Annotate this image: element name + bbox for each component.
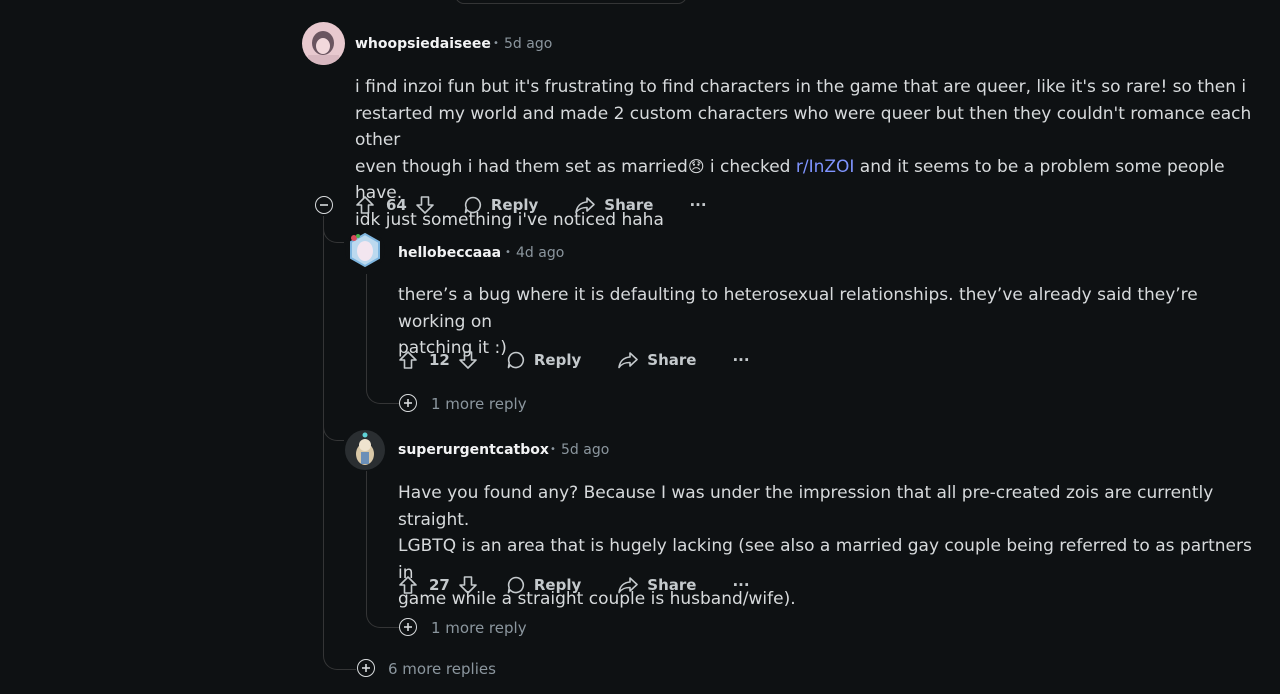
user-avatar-image	[345, 230, 385, 270]
comment-username[interactable]: whoopsiedaiseee	[355, 36, 491, 52]
thread-branch-reply-2	[366, 609, 399, 628]
share-button[interactable]: Share	[617, 350, 696, 370]
avatar[interactable]	[302, 22, 345, 65]
thread-branch-1	[323, 226, 344, 243]
downvote-icon[interactable]	[415, 195, 435, 215]
comment-actions: 64 Reply Share ···	[355, 193, 707, 217]
meta-separator: •	[550, 444, 556, 455]
vote-count: 12	[429, 351, 450, 369]
reply-button[interactable]: Reply	[506, 575, 581, 595]
comment-line: restarted my world and made 2 custom cha…	[355, 103, 1252, 151]
plus-icon	[404, 623, 412, 631]
comment-text: i checked	[704, 156, 796, 177]
more-options-button[interactable]: ···	[689, 196, 706, 214]
collapse-thread-button[interactable]	[315, 196, 333, 214]
comment-username[interactable]: hellobeccaaa	[398, 245, 501, 261]
downvote-icon[interactable]	[458, 575, 478, 595]
reply-button[interactable]: Reply	[463, 195, 538, 215]
thread-line-main	[323, 216, 324, 652]
share-icon	[575, 197, 596, 214]
meta-separator: •	[493, 38, 499, 49]
reply-label: Reply	[533, 576, 582, 594]
share-button[interactable]: Share	[617, 575, 696, 595]
vote-count: 64	[386, 196, 407, 214]
avatar[interactable]	[345, 430, 385, 470]
share-icon	[618, 352, 639, 369]
comment-text: even though i had them set as married	[355, 156, 688, 177]
sad-emoji-icon: 😞	[687, 156, 705, 176]
vote-count: 27	[429, 576, 450, 594]
comment-actions: 27 Reply Share ···	[398, 573, 750, 597]
avatar[interactable]	[345, 230, 385, 270]
reply-button[interactable]: Reply	[506, 350, 581, 370]
meta-separator: •	[505, 247, 511, 258]
reply-icon	[464, 196, 481, 214]
upvote-icon[interactable]	[398, 350, 418, 370]
reply-label: Reply	[533, 351, 582, 369]
comment-username[interactable]: superurgentcatbox	[398, 442, 549, 458]
share-label: Share	[647, 576, 697, 594]
more-replies-link[interactable]: 1 more reply	[431, 395, 527, 413]
comment-line: i find inzoi fun but it's frustrating to…	[355, 77, 1247, 97]
thread-branch-reply-1	[366, 384, 399, 404]
more-replies-link[interactable]: 1 more reply	[431, 619, 527, 637]
subreddit-link[interactable]: r/InZOI	[796, 157, 855, 177]
top-divider-pill	[455, 0, 687, 4]
upvote-icon[interactable]	[355, 195, 375, 215]
more-options-button[interactable]: ···	[732, 576, 749, 594]
comment-actions: 12 Reply Share ···	[398, 348, 750, 372]
minus-icon	[320, 204, 328, 206]
thread-branch-2	[323, 424, 344, 441]
thread-line-reply-2	[366, 471, 367, 611]
share-label: Share	[647, 351, 697, 369]
reply-label: Reply	[490, 196, 539, 214]
upvote-icon[interactable]	[398, 575, 418, 595]
thread-branch-3	[323, 644, 356, 670]
share-button[interactable]: Share	[574, 195, 653, 215]
comment-timestamp[interactable]: 5d ago	[504, 36, 552, 52]
downvote-icon[interactable]	[458, 350, 478, 370]
thread-more-replies-link[interactable]: 6 more replies	[388, 660, 496, 678]
plus-icon	[362, 664, 370, 672]
plus-icon	[404, 399, 412, 407]
share-label: Share	[604, 196, 654, 214]
reply-icon	[507, 351, 524, 369]
expand-thread-replies-button[interactable]	[357, 659, 375, 677]
user-avatar-image	[302, 22, 345, 65]
expand-replies-button[interactable]	[399, 618, 417, 636]
reply-icon	[507, 576, 524, 594]
share-icon	[618, 577, 639, 594]
comment-line: Have you found any? Because I was under …	[398, 483, 1214, 530]
thread-line-reply-1	[366, 274, 367, 386]
comment-timestamp[interactable]: 4d ago	[516, 245, 564, 261]
user-avatar-image	[345, 430, 385, 470]
expand-replies-button[interactable]	[399, 394, 417, 412]
comment-timestamp[interactable]: 5d ago	[561, 442, 609, 458]
more-options-button[interactable]: ···	[732, 351, 749, 369]
comment-line: there’s a bug where it is defaulting to …	[398, 285, 1198, 332]
